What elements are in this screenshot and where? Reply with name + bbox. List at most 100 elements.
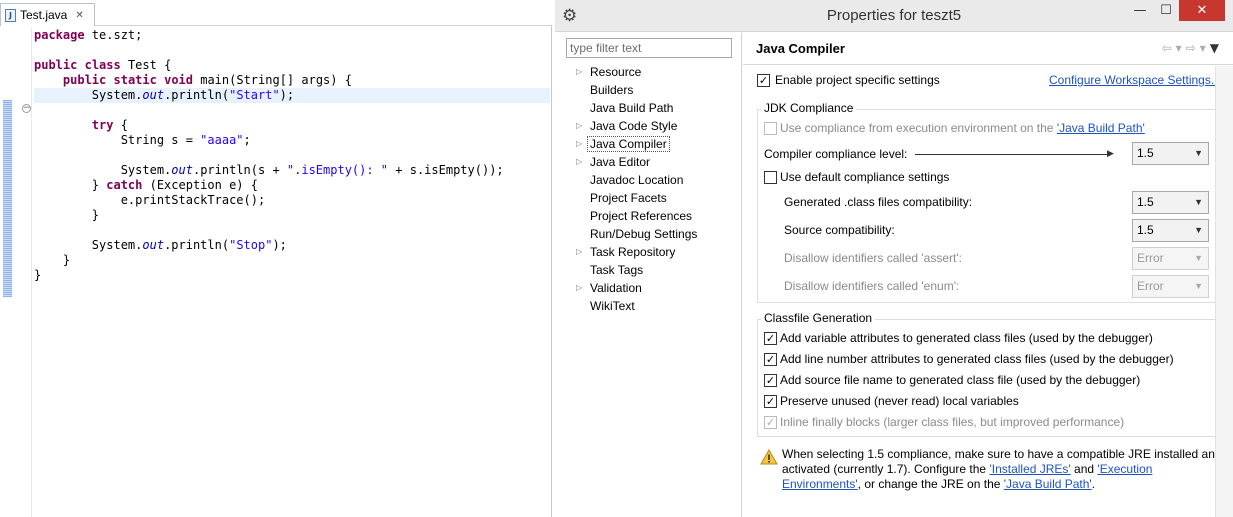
java-build-path-link[interactable]: 'Java Build Path' <box>1057 121 1145 135</box>
code-area[interactable]: package te.szt; public class Test { publi… <box>34 28 550 283</box>
editor-gutter: − <box>0 27 32 517</box>
close-tab-icon[interactable]: ✕ <box>75 10 83 21</box>
maximize-button[interactable]: ☐ <box>1153 0 1179 21</box>
code-line: package te.szt; <box>34 28 550 43</box>
tree-item[interactable]: Task Tags <box>555 261 742 279</box>
tree-item-label: Java Editor <box>590 155 651 169</box>
enable-specific-checkbox[interactable]: ✓ <box>757 74 770 87</box>
assert-label: Disallow identifiers called 'assert': <box>784 251 962 265</box>
tree-item[interactable]: WikiText <box>555 297 742 315</box>
code-token: Test { <box>120 58 172 72</box>
add-source-file-checkbox[interactable]: ✓ <box>764 374 777 387</box>
chevron-down-icon: ▼ <box>1194 148 1203 158</box>
tree-item[interactable]: ▷ Task Repository <box>555 243 742 261</box>
tree-item-label: Resource <box>590 65 642 79</box>
inline-finally-checkbox[interactable]: ✓ <box>764 416 777 429</box>
tree-item[interactable]: ▷ Java Editor <box>555 153 742 171</box>
expand-arrow-icon[interactable]: ▷ <box>576 279 582 297</box>
enum-select[interactable]: Error ▼ <box>1132 275 1209 298</box>
expand-arrow-icon[interactable]: ▷ <box>576 153 582 171</box>
tree-item[interactable]: ▷ Validation <box>555 279 742 297</box>
tree-item[interactable]: Run/Debug Settings <box>555 225 742 243</box>
properties-tree: ▷ Resource Builders Java Build Path ▷ Java Co… <box>555 63 742 315</box>
warning-icon <box>760 449 778 465</box>
add-source-file-label: Add source file name to generated class … <box>780 373 1141 387</box>
tree-item[interactable]: ▷ Java Compiler <box>555 135 742 153</box>
tree-item[interactable]: ▷ Java Code Style <box>555 117 742 135</box>
code-token: System. <box>34 163 172 177</box>
fold-collapse-icon[interactable]: − <box>22 104 31 113</box>
chevron-down-icon: ▼ <box>1194 225 1203 235</box>
tree-item-label: Javadoc Location <box>590 173 684 187</box>
warning-text-part: , or change the JRE on the <box>857 477 1004 491</box>
expand-arrow-icon[interactable]: ▷ <box>576 117 582 135</box>
code-token: { <box>113 118 128 132</box>
view-menu-icon[interactable]: ▼ <box>1210 41 1223 55</box>
assert-select[interactable]: Error ▼ <box>1132 247 1209 270</box>
expand-arrow-icon[interactable]: ▷ <box>576 135 582 153</box>
code-token: public <box>34 58 78 72</box>
compliance-level-select[interactable]: 1.5 ▼ <box>1132 142 1209 165</box>
code-token: main(String[] args) { <box>193 73 352 87</box>
page-title: Java Compiler <box>756 41 845 56</box>
editor-tab-label: Test.java <box>20 8 68 22</box>
change-ruler-marker <box>3 100 12 297</box>
code-token: } <box>34 208 100 222</box>
code-token: System. <box>34 88 143 102</box>
java-build-path-link-2[interactable]: 'Java Build Path' <box>1004 477 1092 491</box>
source-compat-select[interactable]: 1.5 ▼ <box>1132 219 1209 242</box>
code-token: package <box>34 28 85 42</box>
add-variable-attrs-checkbox[interactable]: ✓ <box>764 332 777 345</box>
chevron-down-icon: ▼ <box>1194 253 1203 263</box>
code-token: te.szt; <box>84 28 143 42</box>
preserve-unused-checkbox[interactable]: ✓ <box>764 395 777 408</box>
compliance-level-label: Compiler compliance level: <box>764 147 908 161</box>
add-line-number-checkbox[interactable]: ✓ <box>764 353 777 366</box>
tree-item[interactable]: Builders <box>555 81 742 99</box>
page-scrollbar[interactable] <box>1215 66 1233 517</box>
code-token: .println( <box>164 238 230 252</box>
back-arrow-icon[interactable]: ⇦▾ <box>1162 41 1186 55</box>
use-default-compliance-checkbox[interactable] <box>764 171 777 184</box>
compliance-arrow-head: ▶ <box>1107 149 1114 159</box>
close-button[interactable]: ✕ <box>1179 0 1225 21</box>
properties-dialog: ⚙ Properties for teszt5 — ☐ ✕ type filte… <box>555 0 1233 517</box>
expand-arrow-icon[interactable]: ▷ <box>576 63 582 81</box>
code-line: public static void main(String[] args) { <box>34 73 550 88</box>
generated-compat-select[interactable]: 1.5 ▼ <box>1132 191 1209 214</box>
configure-workspace-link-text[interactable]: Configure Workspace Settings... <box>1049 73 1221 87</box>
add-variable-attrs-label: Add variable attributes to generated cla… <box>780 331 1153 345</box>
expand-arrow-icon[interactable]: ▷ <box>576 243 582 261</box>
configure-workspace-link[interactable]: Configure Workspace Settings... <box>1049 73 1221 87</box>
chevron-down-icon: ▼ <box>1194 197 1203 207</box>
code-token: "Stop" <box>229 238 273 252</box>
chevron-down-icon: ▼ <box>1194 281 1203 291</box>
jdk-compliance-title: JDK Compliance <box>761 101 857 115</box>
java-file-icon: J <box>5 8 16 22</box>
use-env-compliance-checkbox[interactable] <box>764 122 777 135</box>
generated-compat-value: 1.5 <box>1137 195 1154 209</box>
tree-item[interactable]: ▷ Resource <box>555 63 742 81</box>
tree-item[interactable]: Javadoc Location <box>555 171 742 189</box>
minimize-button[interactable]: — <box>1127 0 1153 21</box>
code-token: out <box>171 163 193 177</box>
code-editor[interactable]: J Test.java ✕ − package te.szt; public cl… <box>0 0 552 517</box>
code-line: } catch (Exception e) { <box>34 178 550 193</box>
tree-item[interactable]: Project References <box>555 207 742 225</box>
tree-item-label: Validation <box>590 281 642 295</box>
source-compat-label: Source compatibility: <box>784 223 895 237</box>
forward-arrow-icon[interactable]: ⇨▾ <box>1186 41 1210 55</box>
code-token: + s.isEmpty()); <box>388 163 504 177</box>
editor-tab-test-java[interactable]: J Test.java ✕ <box>0 3 95 26</box>
tree-item[interactable]: Project Facets <box>555 189 742 207</box>
enum-label: Disallow identifiers called 'enum': <box>784 279 960 293</box>
filter-input[interactable]: type filter text <box>566 38 732 58</box>
code-token: ); <box>279 88 295 102</box>
tree-item[interactable]: Java Build Path <box>555 99 742 117</box>
compliance-arrow-line <box>915 154 1111 155</box>
installed-jres-link[interactable]: 'Installed JREs' <box>989 462 1070 476</box>
